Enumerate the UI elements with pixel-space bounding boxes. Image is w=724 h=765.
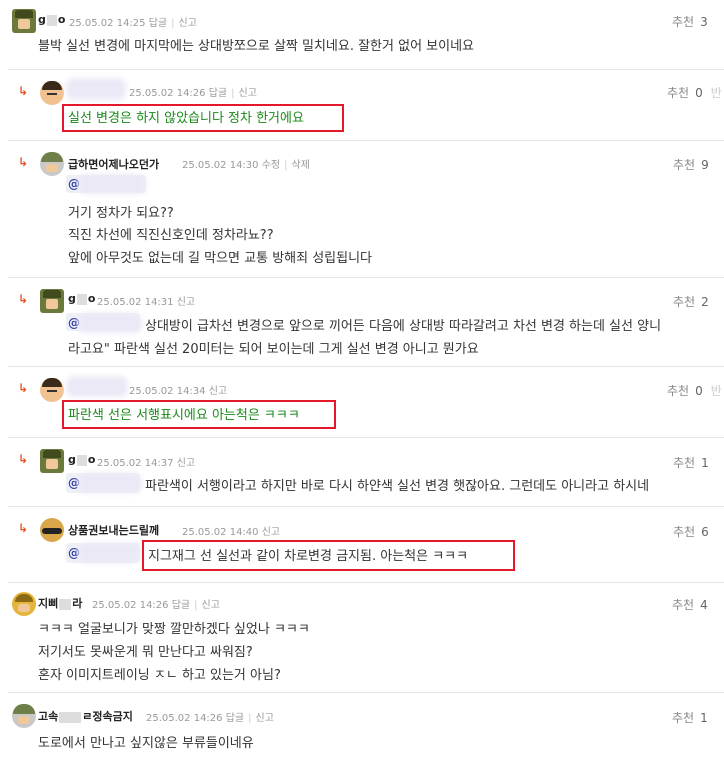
comment-text: 블박 실선 변경에 마지막에는 상대방쪼으로 살짝 밀치네요. 잘한거 없어 보… <box>38 39 475 54</box>
comment-text: 저기서도 못싸운게 뭐 만난다고 싸워짐? <box>38 645 253 660</box>
report-link[interactable]: 신고 <box>256 713 274 724</box>
comment-meta: 25.05.02 14:30 수정 | 삭제 <box>182 160 310 171</box>
recommend-count[interactable]: 추천 3 <box>672 13 708 30</box>
comment-author[interactable]: go <box>68 292 95 305</box>
comment-text: ㅋㅋㅋ 얼굴보니가 맞짱 깔만하겠다 싶었나 ㅋㅋㅋ <box>38 622 310 637</box>
edit-link[interactable]: 수정 <box>262 160 280 171</box>
report-link[interactable]: 신고 <box>177 458 195 469</box>
report-link[interactable]: 신고 <box>239 88 257 99</box>
comment-date: 25.05.02 14:26 <box>146 713 223 724</box>
reply-item: ↳ go 25.05.02 14:31 신고 추천 2 @ 상대방이 급차선 변경… <box>0 278 724 366</box>
report-link[interactable]: 신고 <box>262 527 280 538</box>
comment-date: 25.05.02 14:37 <box>97 458 174 469</box>
comment-meta: 25.05.02 14:37 신고 <box>97 454 195 469</box>
reply-arrow-icon: ↳ <box>18 521 29 535</box>
comment-author[interactable]: 급하면어제나오던가 <box>68 156 159 172</box>
comment-meta: 25.05.02 14:25 답글 | 신고 <box>69 18 197 29</box>
comment-meta: 25.05.02 14:26 답글 | 신고 <box>146 713 274 724</box>
comment-author[interactable]: 지삐 라 <box>38 595 82 611</box>
blurred-nickname <box>70 82 122 96</box>
comment-author[interactable]: go <box>38 13 65 26</box>
blurred-mention <box>82 178 142 190</box>
reply-arrow-icon: ↳ <box>18 381 29 395</box>
recommend-count[interactable]: 추천 1 <box>672 709 708 726</box>
reply-arrow-icon: ↳ <box>18 84 29 98</box>
highlight-box <box>62 400 336 429</box>
comment-meta: 25.05.02 14:31 신고 <box>97 293 195 308</box>
comment-author[interactable]: go <box>68 453 95 466</box>
comment-date: 25.05.02 14:34 <box>129 386 206 397</box>
mention-at: @ <box>68 316 80 330</box>
mention-at: @ <box>68 546 80 560</box>
comment-text: 도로에서 만나고 싶지않은 부류들이네유 <box>38 736 254 751</box>
reply-item: ↳ 급하면어제나오던가 25.05.02 14:30 수정 | 삭제 추천 9 @ 거… <box>0 141 724 276</box>
recommend-count[interactable]: 추천 0 반 <box>667 84 722 101</box>
reply-arrow-icon: ↳ <box>18 155 29 169</box>
reply-item: ↳ 상품권보내는드릴께 25.05.02 14:40 신고 추천 6 @ 지그재그… <box>0 507 724 582</box>
comment-text: 상대방이 급차선 변경으로 앞으로 끼어든 다음에 상대방 따라갈려고 차선 변… <box>145 319 662 334</box>
user-avatar[interactable] <box>40 449 64 473</box>
comment-author[interactable]: 상품권보내는드릴께 <box>68 522 159 538</box>
reply-link[interactable]: 답글 <box>226 713 244 724</box>
mention-at: @ <box>68 476 80 490</box>
user-avatar[interactable] <box>40 81 64 105</box>
reply-link[interactable]: 답글 <box>209 88 227 99</box>
comment-text: 혼자 이미지트레이닝 ㅈㄴ 하고 있는거 아님? <box>38 668 281 683</box>
comment-date: 25.05.02 14:30 <box>182 160 259 171</box>
comment-item: go 25.05.02 14:25 답글 | 신고 추천 3 블박 실선 변경에 마지… <box>0 0 724 62</box>
user-avatar[interactable] <box>12 9 36 33</box>
blurred-mention <box>82 317 138 329</box>
recommend-count[interactable]: 추천 4 <box>672 596 708 613</box>
recommend-count[interactable]: 추천 0 반 <box>667 382 722 399</box>
comment-text: 앞에 아무것도 없는데 길 막으면 교통 방해죄 성립됩니다 <box>68 251 373 266</box>
reply-link[interactable]: 답글 <box>172 600 190 611</box>
comment-meta: 25.05.02 14:26 답글 | 신고 <box>129 88 257 99</box>
recommend-count[interactable]: 추천 2 <box>673 293 709 310</box>
more-button[interactable]: 반 <box>711 384 722 398</box>
comment-date: 25.05.02 14:25 <box>69 18 146 29</box>
report-link[interactable]: 신고 <box>202 600 220 611</box>
comment-date: 25.05.02 14:26 <box>92 600 169 611</box>
report-link[interactable]: 신고 <box>177 297 195 308</box>
reply-item: ↳ 25.05.02 14:26 답글 | 신고 추천 0 반 실선 변경은 하지 않았… <box>0 70 724 140</box>
more-button[interactable]: 반 <box>711 86 722 100</box>
comment-meta: 25.05.02 14:34 신고 <box>129 382 227 397</box>
reply-arrow-icon: ↳ <box>18 292 29 306</box>
reply-item: ↳ go 25.05.02 14:37 신고 추천 1 @ 파란색이 서행이라고 … <box>0 438 724 506</box>
user-avatar[interactable] <box>12 704 36 728</box>
comment-text: 거기 정차가 되요?? <box>68 206 174 221</box>
reply-link[interactable]: 답글 <box>149 18 167 29</box>
highlight-box <box>142 540 515 571</box>
comment-date: 25.05.02 14:26 <box>129 88 206 99</box>
recommend-count[interactable]: 추천 1 <box>673 454 709 471</box>
comment-item: 고속 ㄹ정속금지 25.05.02 14:26 답글 | 신고 추천 1 도로에서 만나… <box>0 693 724 765</box>
user-avatar[interactable] <box>12 592 36 616</box>
comment-item: 지삐 라 25.05.02 14:26 답글 | 신고 추천 4 ㅋㅋㅋ 얼굴보니가 맞… <box>0 583 724 688</box>
comment-meta: 25.05.02 14:26 답글 | 신고 <box>92 600 220 611</box>
user-avatar[interactable] <box>40 378 64 402</box>
comment-date: 25.05.02 14:40 <box>182 527 259 538</box>
blurred-nickname <box>70 380 124 393</box>
user-avatar[interactable] <box>40 518 64 542</box>
recommend-count[interactable]: 추천 9 <box>673 156 709 173</box>
mention-at: @ <box>68 177 80 191</box>
comment-meta: 25.05.02 14:40 신고 <box>182 523 280 538</box>
blurred-mention <box>82 477 138 489</box>
comment-author[interactable]: 고속 ㄹ정속금지 <box>38 708 133 724</box>
report-link[interactable]: 신고 <box>209 386 227 397</box>
report-link[interactable]: 신고 <box>179 18 197 29</box>
comment-text: 직진 차선에 직진신호인데 정차라뇨?? <box>68 228 274 243</box>
highlight-box <box>62 104 344 132</box>
user-avatar[interactable] <box>40 152 64 176</box>
comment-date: 25.05.02 14:31 <box>97 297 174 308</box>
recommend-count[interactable]: 추천 6 <box>673 523 709 540</box>
user-avatar[interactable] <box>40 289 64 313</box>
delete-link[interactable]: 삭제 <box>292 160 310 171</box>
reply-arrow-icon: ↳ <box>18 452 29 466</box>
blurred-mention <box>82 547 136 559</box>
comment-text: 파란색이 서행이라고 하지만 바로 다시 하얀색 실선 변경 햇잖아요. 그런데… <box>145 479 650 494</box>
reply-item: ↳ 25.05.02 14:34 신고 추천 0 반 파란색 선은 서행표시에요 아… <box>0 367 724 437</box>
comment-text: 라고요" 파란색 실선 20미터는 되어 보이는데 그게 실선 변경 아니고 뭔… <box>68 342 479 357</box>
